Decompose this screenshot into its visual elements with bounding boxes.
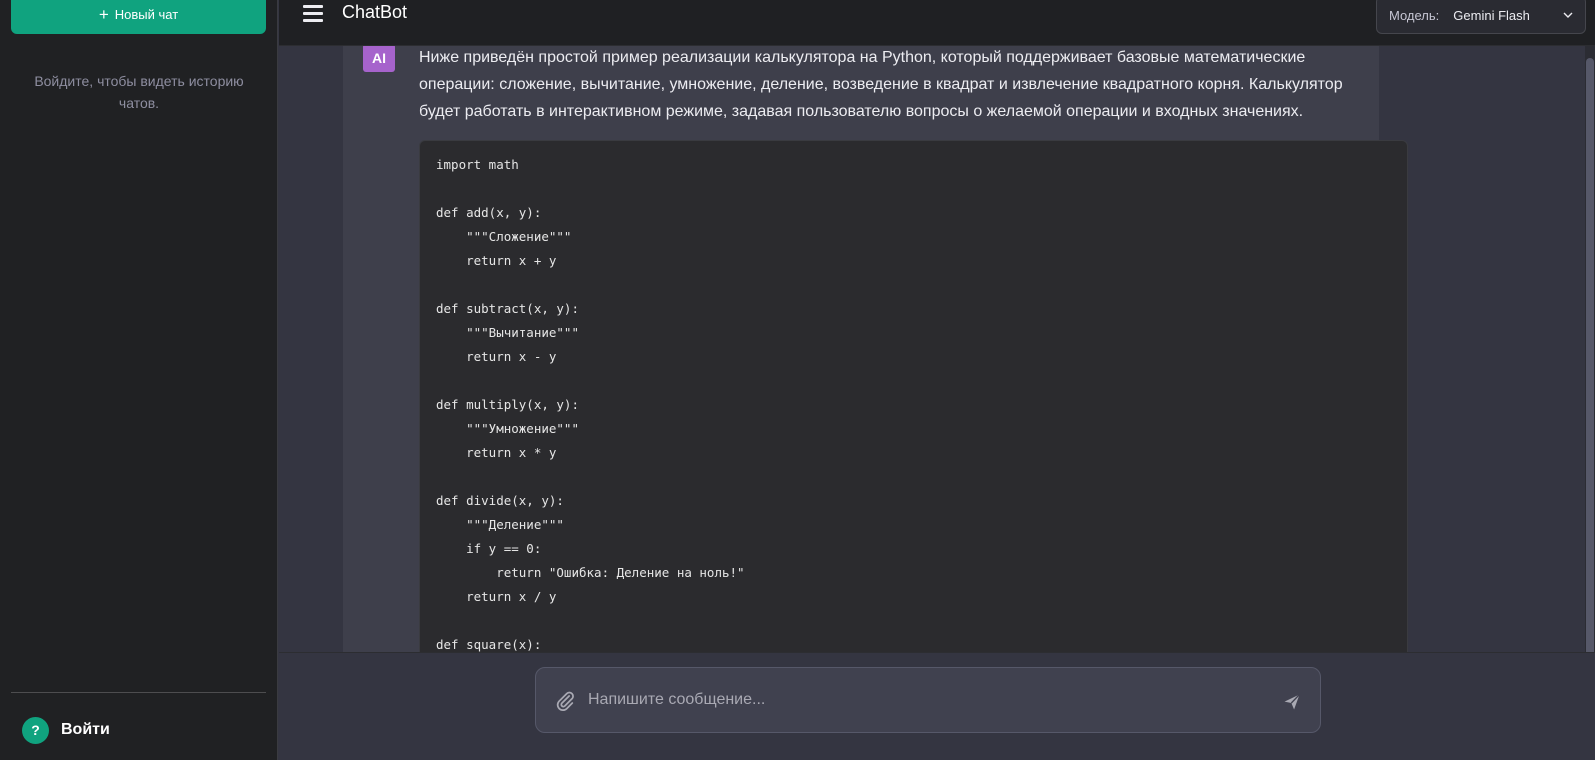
chevron-down-icon — [1563, 12, 1573, 18]
header: ChatBot Модель: Gemini Flash — [279, 0, 1595, 46]
new-chat-label: Новый чат — [114, 6, 179, 22]
send-button[interactable] — [1276, 686, 1308, 718]
scrollbar[interactable] — [1585, 46, 1595, 652]
login-hint: Войдите, чтобы видеть историю чатов. — [34, 73, 244, 111]
composer — [535, 667, 1321, 733]
message-input[interactable] — [588, 682, 1268, 718]
scroll-thumb[interactable] — [1586, 58, 1594, 652]
help-icon: ? — [22, 716, 49, 744]
app-title: ChatBot — [342, 2, 408, 22]
plus-icon: + — [98, 4, 109, 24]
login-label: Войти — [61, 721, 110, 738]
model-value: Gemini Flash — [1453, 7, 1530, 23]
menu-icon[interactable] — [303, 4, 325, 24]
model-label: Модель: — [1389, 7, 1440, 23]
ai-message: AI Ниже приведён простой пример реализац… — [343, 46, 1408, 652]
code-block: import math def add(x, y): """Сложение""… — [419, 140, 1408, 652]
message-text: Ниже приведён простой пример реализации … — [419, 49, 1343, 120]
ai-avatar: AI — [363, 46, 395, 72]
chat-area: AI Ниже приведён простой пример реализац… — [279, 46, 1595, 652]
login-button[interactable]: ? Войти — [22, 716, 110, 744]
sidebar-divider — [11, 692, 266, 693]
model-select[interactable]: Модель: Gemini Flash — [1376, 0, 1586, 34]
sidebar: + Новый чат Войдите, чтобы видеть истори… — [0, 0, 278, 760]
send-icon — [1284, 694, 1300, 710]
code-content: import math def add(x, y): """Сложение""… — [436, 157, 745, 652]
new-chat-button[interactable]: + Новый чат — [11, 0, 266, 34]
attach-icon[interactable] — [554, 690, 576, 712]
composer-area — [279, 652, 1595, 760]
